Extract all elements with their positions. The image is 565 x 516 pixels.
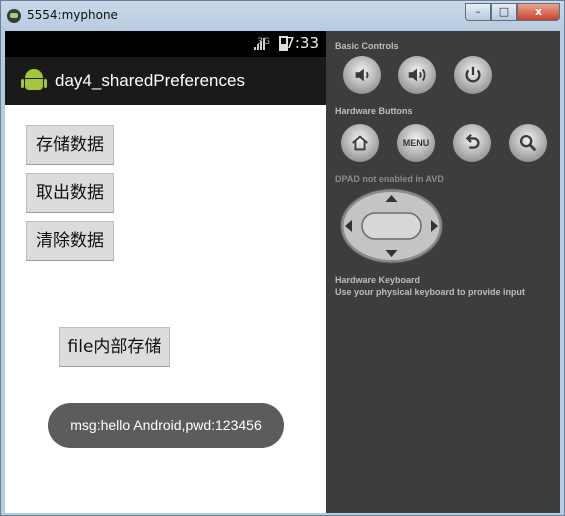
action-bar: day4_sharedPreferences xyxy=(5,57,326,105)
search-icon xyxy=(519,134,537,152)
search-button[interactable] xyxy=(509,124,547,162)
back-button[interactable] xyxy=(453,124,491,162)
signal-icon xyxy=(254,38,265,50)
menu-button-label: MENU xyxy=(402,138,430,148)
device-screen: 3G 7:33 day4_sharedPreferences 存储数据 取出数据… xyxy=(5,31,326,513)
volume-down-icon xyxy=(355,68,369,82)
emulator-window: 5554:myphone – □ x 3G 7:33 day4_sharedPr… xyxy=(0,0,565,516)
hardware-buttons-label: Hardware Buttons xyxy=(335,106,413,116)
maximize-button[interactable]: □ xyxy=(491,3,517,21)
minimize-button[interactable]: – xyxy=(465,3,491,21)
app-title: day4_sharedPreferences xyxy=(55,71,245,90)
menu-button[interactable]: MENU xyxy=(397,124,435,162)
volume-down-button[interactable] xyxy=(343,56,381,94)
clear-data-button[interactable]: 清除数据 xyxy=(26,221,114,261)
toast-message: msg:hello Android,pwd:123456 xyxy=(48,403,284,448)
android-app-icon xyxy=(21,69,47,93)
window-title: 5554:myphone xyxy=(27,8,118,22)
dpad-label: DPAD not enabled in AVD xyxy=(335,174,444,184)
hardware-keyboard-note: Use your physical keyboard to provide in… xyxy=(335,287,526,297)
file-internal-storage-button[interactable]: file内部存储 xyxy=(59,327,170,367)
status-bar: 3G 7:33 xyxy=(5,31,326,57)
back-icon xyxy=(465,133,480,149)
window-titlebar[interactable]: 5554:myphone – □ x xyxy=(1,1,565,31)
status-time: 7:33 xyxy=(285,34,319,52)
store-data-button[interactable]: 存储数据 xyxy=(26,125,114,165)
dpad-control[interactable] xyxy=(339,188,444,264)
volume-up-icon xyxy=(408,68,426,82)
dpad-note: not enabled in AVD xyxy=(362,174,444,184)
home-icon xyxy=(352,135,368,151)
home-button[interactable] xyxy=(341,124,379,162)
basic-controls-label: Basic Controls xyxy=(335,41,399,51)
close-button[interactable]: x xyxy=(517,3,560,21)
volume-up-button[interactable] xyxy=(398,56,436,94)
emulator-app-icon xyxy=(7,9,21,23)
power-button[interactable] xyxy=(454,56,492,94)
emulator-controls-panel: Basic Controls Hardware Buttons MENU DPA… xyxy=(326,31,560,513)
fetch-data-button[interactable]: 取出数据 xyxy=(26,173,114,213)
power-icon xyxy=(465,66,481,83)
hardware-keyboard-label: Hardware Keyboard xyxy=(335,275,421,285)
